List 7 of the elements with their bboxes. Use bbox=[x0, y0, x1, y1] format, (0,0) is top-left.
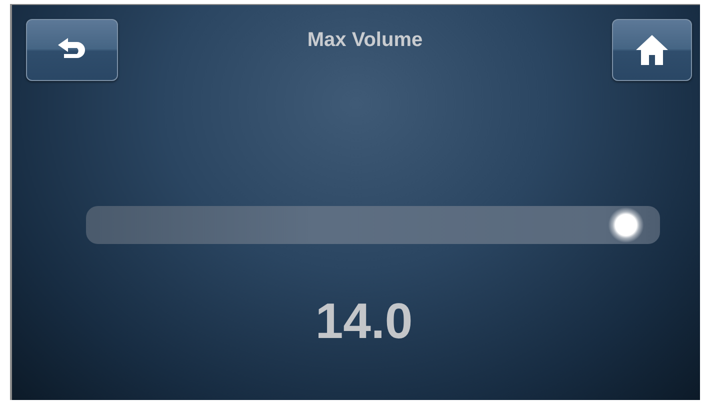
home-button[interactable] bbox=[612, 19, 692, 81]
slider-track[interactable] bbox=[86, 206, 660, 244]
home-icon bbox=[635, 34, 669, 66]
back-button[interactable] bbox=[26, 19, 118, 81]
screen-title: Max Volume bbox=[307, 29, 423, 52]
slider-thumb[interactable] bbox=[608, 207, 644, 243]
value-reading: 14.0 bbox=[315, 292, 413, 350]
